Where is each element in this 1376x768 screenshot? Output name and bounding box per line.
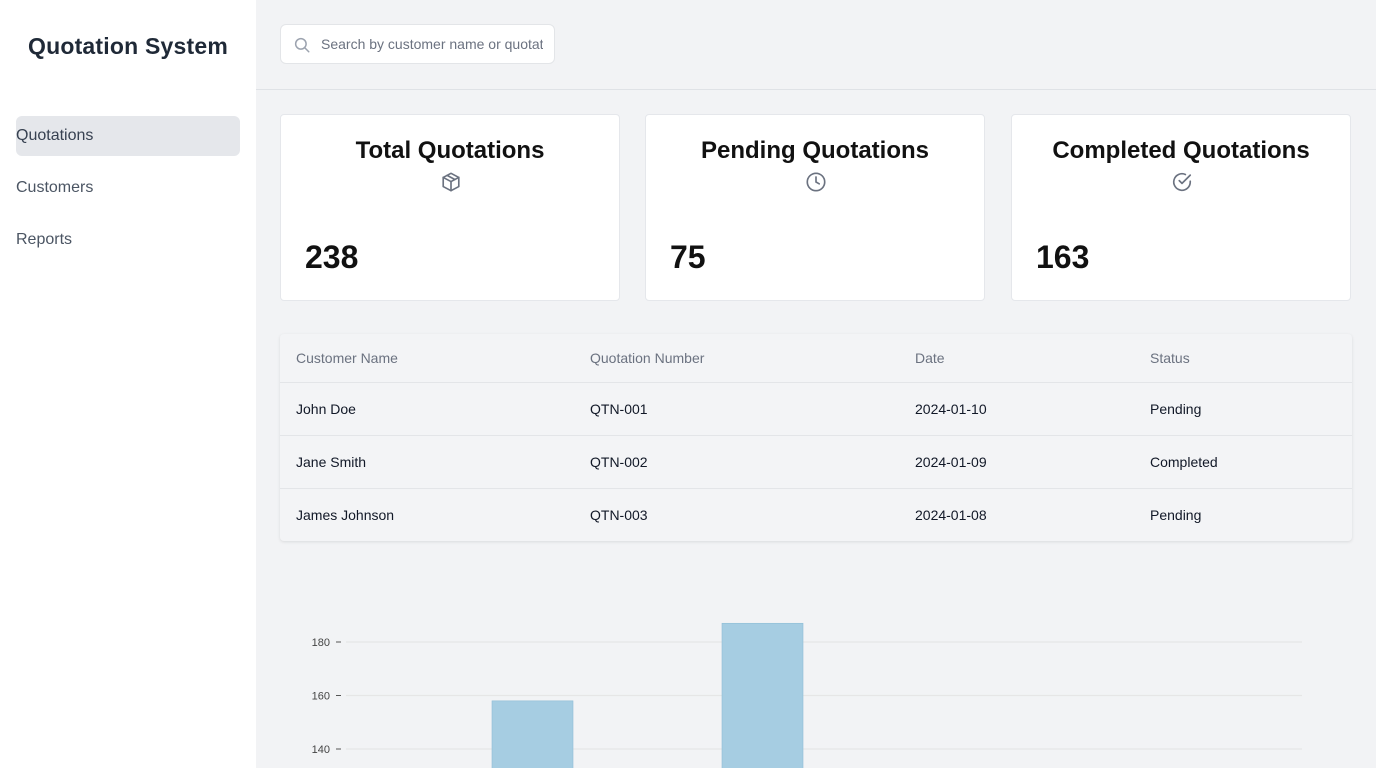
quotations-bar-chart: 140 160 180 bbox=[312, 622, 1302, 768]
cell-quotation-number: QTN-001 bbox=[574, 382, 899, 436]
top-bar bbox=[256, 0, 1376, 90]
chart-bar[interactable] bbox=[721, 622, 804, 768]
cell-quotation-number: QTN-003 bbox=[590, 506, 648, 523]
column-header-status: Status bbox=[1134, 334, 1352, 383]
stat-card-total: Total Quotations 238 bbox=[280, 114, 620, 301]
table-row[interactable]: Jane Smith QTN-002 2024-01-09 Completed bbox=[280, 435, 1352, 489]
column-header-customer-name: Customer Name bbox=[280, 334, 574, 383]
y-tick-label: 140 bbox=[312, 744, 330, 756]
cell-status: Completed bbox=[1134, 435, 1352, 489]
sidebar: Quotation System Quotations Customers Re… bbox=[0, 0, 256, 768]
sidebar-item-customers[interactable]: Customers bbox=[16, 168, 240, 208]
cell-customer-name: James Johnson bbox=[296, 506, 395, 523]
cell-date: 2024-01-09 bbox=[899, 435, 1134, 489]
search-icon bbox=[294, 37, 310, 53]
cell-customer-name: John Doe bbox=[280, 382, 574, 436]
sidebar-item-reports[interactable]: Reports bbox=[16, 220, 240, 260]
cell-customer-name: Jane Smith bbox=[280, 435, 574, 489]
stat-card-value: 163 bbox=[1036, 239, 1090, 275]
main-content: Total Quotations 238 Pending Quotations … bbox=[256, 0, 1376, 768]
app-title: Quotation System bbox=[27, 33, 228, 59]
stat-card-title: Total Quotations bbox=[355, 137, 545, 164]
stat-card-value: 238 bbox=[305, 239, 359, 275]
search-box[interactable] bbox=[280, 24, 555, 64]
cell-date: 2024-01-08 bbox=[915, 506, 987, 523]
sidebar-item-label: Customers bbox=[16, 179, 94, 196]
stat-card-pending: Pending Quotations 75 bbox=[645, 114, 985, 301]
sidebar-item-label: Quotations bbox=[16, 127, 94, 144]
package-icon bbox=[442, 172, 460, 192]
table-row[interactable]: John Doe QTN-001 2024-01-10 Pending bbox=[280, 382, 1352, 436]
stat-card-title: Pending Quotations bbox=[701, 137, 929, 164]
stat-card-value: 75 bbox=[670, 239, 706, 275]
y-tick-label: 160 bbox=[312, 691, 330, 703]
quotations-table: Customer Name Quotation Number Date Stat… bbox=[280, 334, 1352, 541]
stat-card-title: Completed Quotations bbox=[1052, 137, 1310, 164]
sidebar-item-quotations[interactable]: Quotations bbox=[16, 116, 240, 156]
column-header-quotation-number: Quotation Number bbox=[574, 334, 899, 383]
table-row[interactable]: James Johnson QTN-003 2024-01-08 Pending bbox=[280, 488, 1352, 541]
table-header-row: Customer Name Quotation Number Date Stat… bbox=[280, 334, 1352, 383]
cell-quotation-number: QTN-002 bbox=[574, 435, 899, 489]
cell-status: Pending bbox=[1134, 382, 1352, 436]
column-header-date: Date bbox=[899, 334, 1134, 383]
cell-date: 2024-01-10 bbox=[899, 382, 1134, 436]
search-input[interactable] bbox=[321, 25, 543, 63]
stat-card-completed: Completed Quotations 163 bbox=[1011, 114, 1351, 301]
clock-icon bbox=[806, 172, 826, 192]
sidebar-item-label: Reports bbox=[16, 231, 73, 248]
check-circle-icon bbox=[1172, 173, 1192, 191]
chart-bar[interactable] bbox=[491, 700, 574, 768]
cell-status: Pending bbox=[1150, 506, 1202, 523]
y-tick-label: 180 bbox=[312, 637, 330, 649]
